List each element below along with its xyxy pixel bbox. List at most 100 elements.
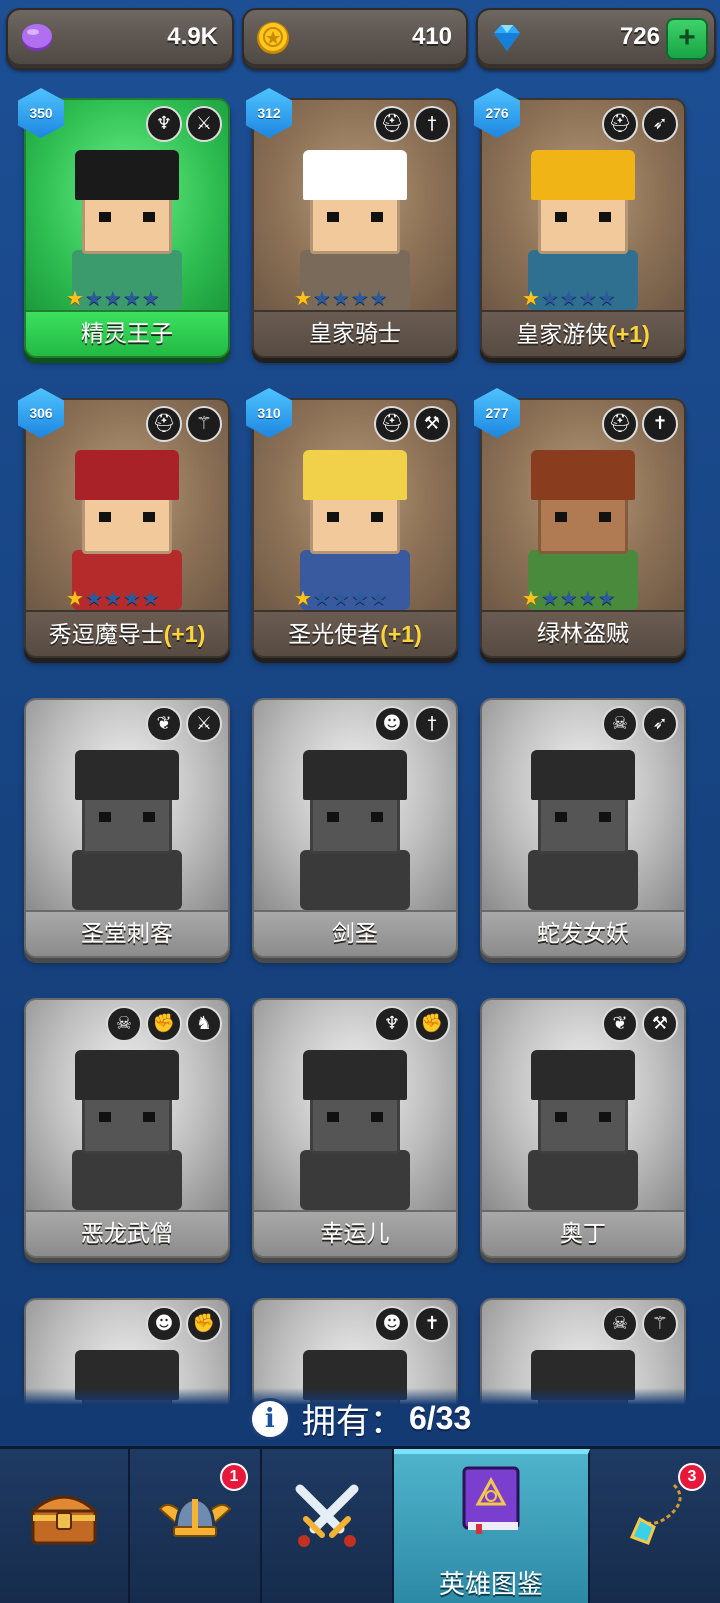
currency-purple[interactable]: 4.9K [6,8,234,70]
hero-name: 幸运儿 [320,1221,390,1247]
hero-name-bar: 恶龙武僧 [26,1212,228,1256]
owned-label: 拥有： [301,1402,404,1442]
info-icon[interactable]: i [248,1397,291,1440]
owned-count: 6/33 [408,1400,472,1436]
treasure-chest-icon [29,1495,99,1545]
hero-name-bar: 蛇发女妖 [482,912,684,956]
helmet-icon: ⛑ [602,406,638,442]
hero-name: 圣堂刺客 [81,921,173,947]
hero-name: 剑圣 [332,921,378,947]
star-filled-icon: ★ [294,586,313,610]
hero-star-rating: ★★★★★ [294,586,389,610]
star-filled-icon: ★ [522,286,541,310]
owned-count-bar: i 拥有： 6/33 [0,1388,720,1444]
hero-card[interactable]: ⛑ † 312 ★★★★★ 皇家骑士 [246,88,458,358]
currency-gold[interactable]: 410 [242,8,468,70]
skull-icon: ☠ [106,1006,142,1042]
hero-name-bar: 绿林盗贼 [482,612,684,656]
sword-slash-icon: ⚔ [186,706,222,742]
hero-card[interactable]: ⛑ ⚒ 310 ★★★★★ 圣光使者(+1) [246,388,458,658]
tab-hero-codex-label: 英雄图鉴 [438,1570,543,1600]
currency-diamond-value: 726 [619,23,660,50]
hero-grid: ♆ ⚔ 350 ★★★★★ 精灵王子 ⛑ † 312 ★★★★★ 皇家骑士 ⛑ ➶ 276 ★★★★★ 皇家… [0,0,720,1440]
hero-card[interactable]: ☠ ➶ 蛇发女妖 [480,698,686,958]
star-empty-icon: ★ [540,586,560,610]
helmet-icon: ⛑ [374,106,410,142]
hero-name: 皇家骑士 [309,321,401,347]
currency-bar: 4.9K 410 726 + [0,0,720,80]
hero-card[interactable]: ❦ ⚔ 圣堂刺客 [24,698,230,958]
hero-eyes [555,212,611,222]
helmet-icon: ⛑ [146,406,182,442]
orc-icon: ☻ [146,1306,182,1342]
hero-eyes [99,1112,155,1122]
sword-icon: † [414,706,450,742]
tab-chest[interactable] [0,1449,130,1603]
wings-icon: ❦ [146,706,182,742]
star-empty-icon: ★ [559,586,579,610]
hero-eyes [99,812,155,822]
star-empty-icon: ★ [578,286,598,310]
star-filled-icon: ★ [294,286,313,310]
bottom-nav: 1 英雄图鉴 3 [0,1446,720,1603]
tab-heroes[interactable]: 1 [130,1449,262,1603]
star-empty-icon: ★ [84,586,104,610]
hero-card[interactable]: ⛑ ✝ 277 ★★★★★ 绿林盗贼 [474,388,686,658]
wings-icon: ❦ [602,1006,638,1042]
elf-icon: ♆ [374,1006,410,1042]
blue-diamond-icon [494,25,520,51]
star-empty-icon: ★ [122,586,142,610]
hero-helmet [75,150,179,200]
dagger-icon: ✝ [414,1306,450,1342]
tab-amulet[interactable]: 3 [590,1449,720,1603]
bow-icon: ➶ [642,106,678,142]
star-empty-icon: ★ [122,286,142,310]
hero-eyes [99,212,155,222]
hero-card[interactable]: ⛑ ⚚ 306 ★★★★★ 秀逗魔导士(+1) [18,388,230,658]
hero-body [72,1150,182,1210]
hammer-icon: ⚒ [642,1006,678,1042]
hero-card[interactable]: ☠ ✊ ♞ 恶龙武僧 [24,998,230,1258]
hero-name-bar: 奥丁 [482,1212,684,1256]
hero-card[interactable]: ♆ ⚔ 350 ★★★★★ 精灵王子 [18,88,230,358]
hero-eyes [327,212,383,222]
hero-helmet [303,150,407,200]
star-empty-icon: ★ [103,286,123,310]
hero-card[interactable]: ☻ † 剑圣 [252,698,458,958]
star-empty-icon: ★ [350,286,370,310]
hero-body [72,850,182,910]
hero-name-bar: 剑圣 [254,912,456,956]
hero-card[interactable]: ❦ ⚒ 奥丁 [480,998,686,1258]
hero-helmet [531,1050,635,1100]
hero-name: 圣光使者 [288,622,381,648]
currency-diamond[interactable]: 726 + [476,8,716,70]
hero-card[interactable]: ⛑ ➶ 276 ★★★★★ 皇家游侠(+1) [474,88,686,358]
hero-eyes [327,1112,383,1122]
hero-name-bar: 秀逗魔导士(+1) [26,612,228,656]
orc-icon: ☻ [374,1306,410,1342]
hero-name-bar: 精灵王子 [26,312,228,356]
hero-eyes [99,512,155,522]
spellbook-icon [462,1466,520,1534]
tab-hero-codex[interactable]: 英雄图鉴 [394,1449,590,1603]
sword-icon: † [414,106,450,142]
star-empty-icon: ★ [141,586,161,610]
hero-helmet [75,750,179,800]
star-empty-icon: ★ [540,286,560,310]
hero-name: 皇家游侠 [516,322,609,348]
hero-name-bar: 幸运儿 [254,1212,456,1256]
star-empty-icon: ★ [369,286,389,310]
star-empty-icon: ★ [84,286,104,310]
tab-battle[interactable] [262,1449,394,1603]
hero-name-bar: 圣堂刺客 [26,912,228,956]
hero-eyes [327,812,383,822]
currency-gold-value: 410 [411,23,452,50]
hero-card[interactable]: ♆ ✊ 幸运儿 [252,998,458,1258]
dagger-icon: ✝ [642,406,678,442]
hero-name: 秀逗魔导士 [48,622,164,648]
hero-star-rating: ★★★★★ [294,286,389,310]
helmet-icon: ⛑ [602,106,638,142]
hero-star-rating: ★★★★★ [522,586,617,610]
add-diamonds-button[interactable]: + [666,18,708,60]
skull-icon: ☠ [602,1306,638,1342]
